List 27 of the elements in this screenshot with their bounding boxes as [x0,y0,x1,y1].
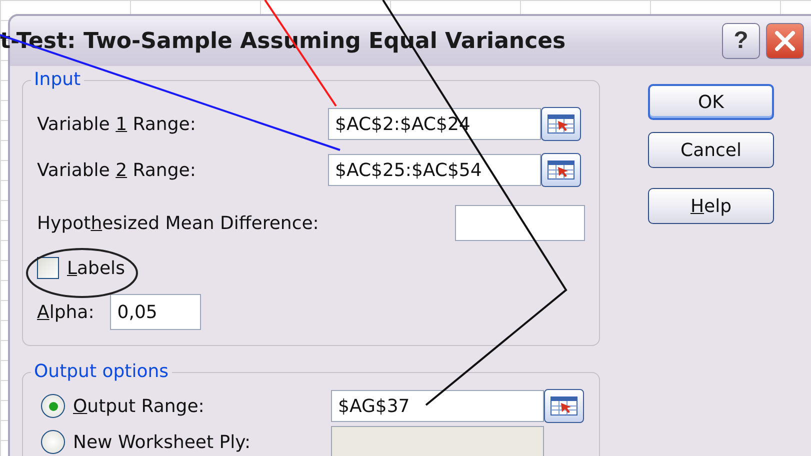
range-field[interactable]: $AG$37 [331,390,544,422]
range-select-button[interactable] [541,107,581,141]
close-button[interactable] [766,23,804,59]
radio-label: Output Range: [73,396,206,416]
checkbox[interactable] [37,257,59,279]
checkbox-label: Labels [67,258,125,278]
help-button[interactable]: ? [722,23,760,59]
range-select-button[interactable] [544,389,584,423]
field-label: Alpha: [37,302,94,322]
close-icon [772,28,798,54]
dialog-button[interactable]: OK [648,84,774,120]
range-select-icon [546,158,576,182]
input-field[interactable] [455,205,585,241]
dialog-button[interactable]: Help [648,188,774,224]
field-label: Variable 2 Range: [37,160,197,180]
range-field[interactable]: $AC$25:$AC$54 [328,154,541,186]
group-legend: Output options [31,361,172,382]
range-select-button[interactable] [541,153,581,187]
radio-button[interactable] [41,394,65,418]
range-select-icon [549,394,579,418]
alpha-field[interactable]: 0,05 [110,294,202,330]
dialog-button[interactable]: Cancel [648,132,774,168]
field-label: Variable 1 Range: [37,114,197,134]
group-legend: Input [31,69,84,90]
range-select-icon [546,112,576,136]
field-label: Hypothesized Mean Difference: [37,212,320,234]
radio-label: New Worksheet Ply: [73,432,252,452]
